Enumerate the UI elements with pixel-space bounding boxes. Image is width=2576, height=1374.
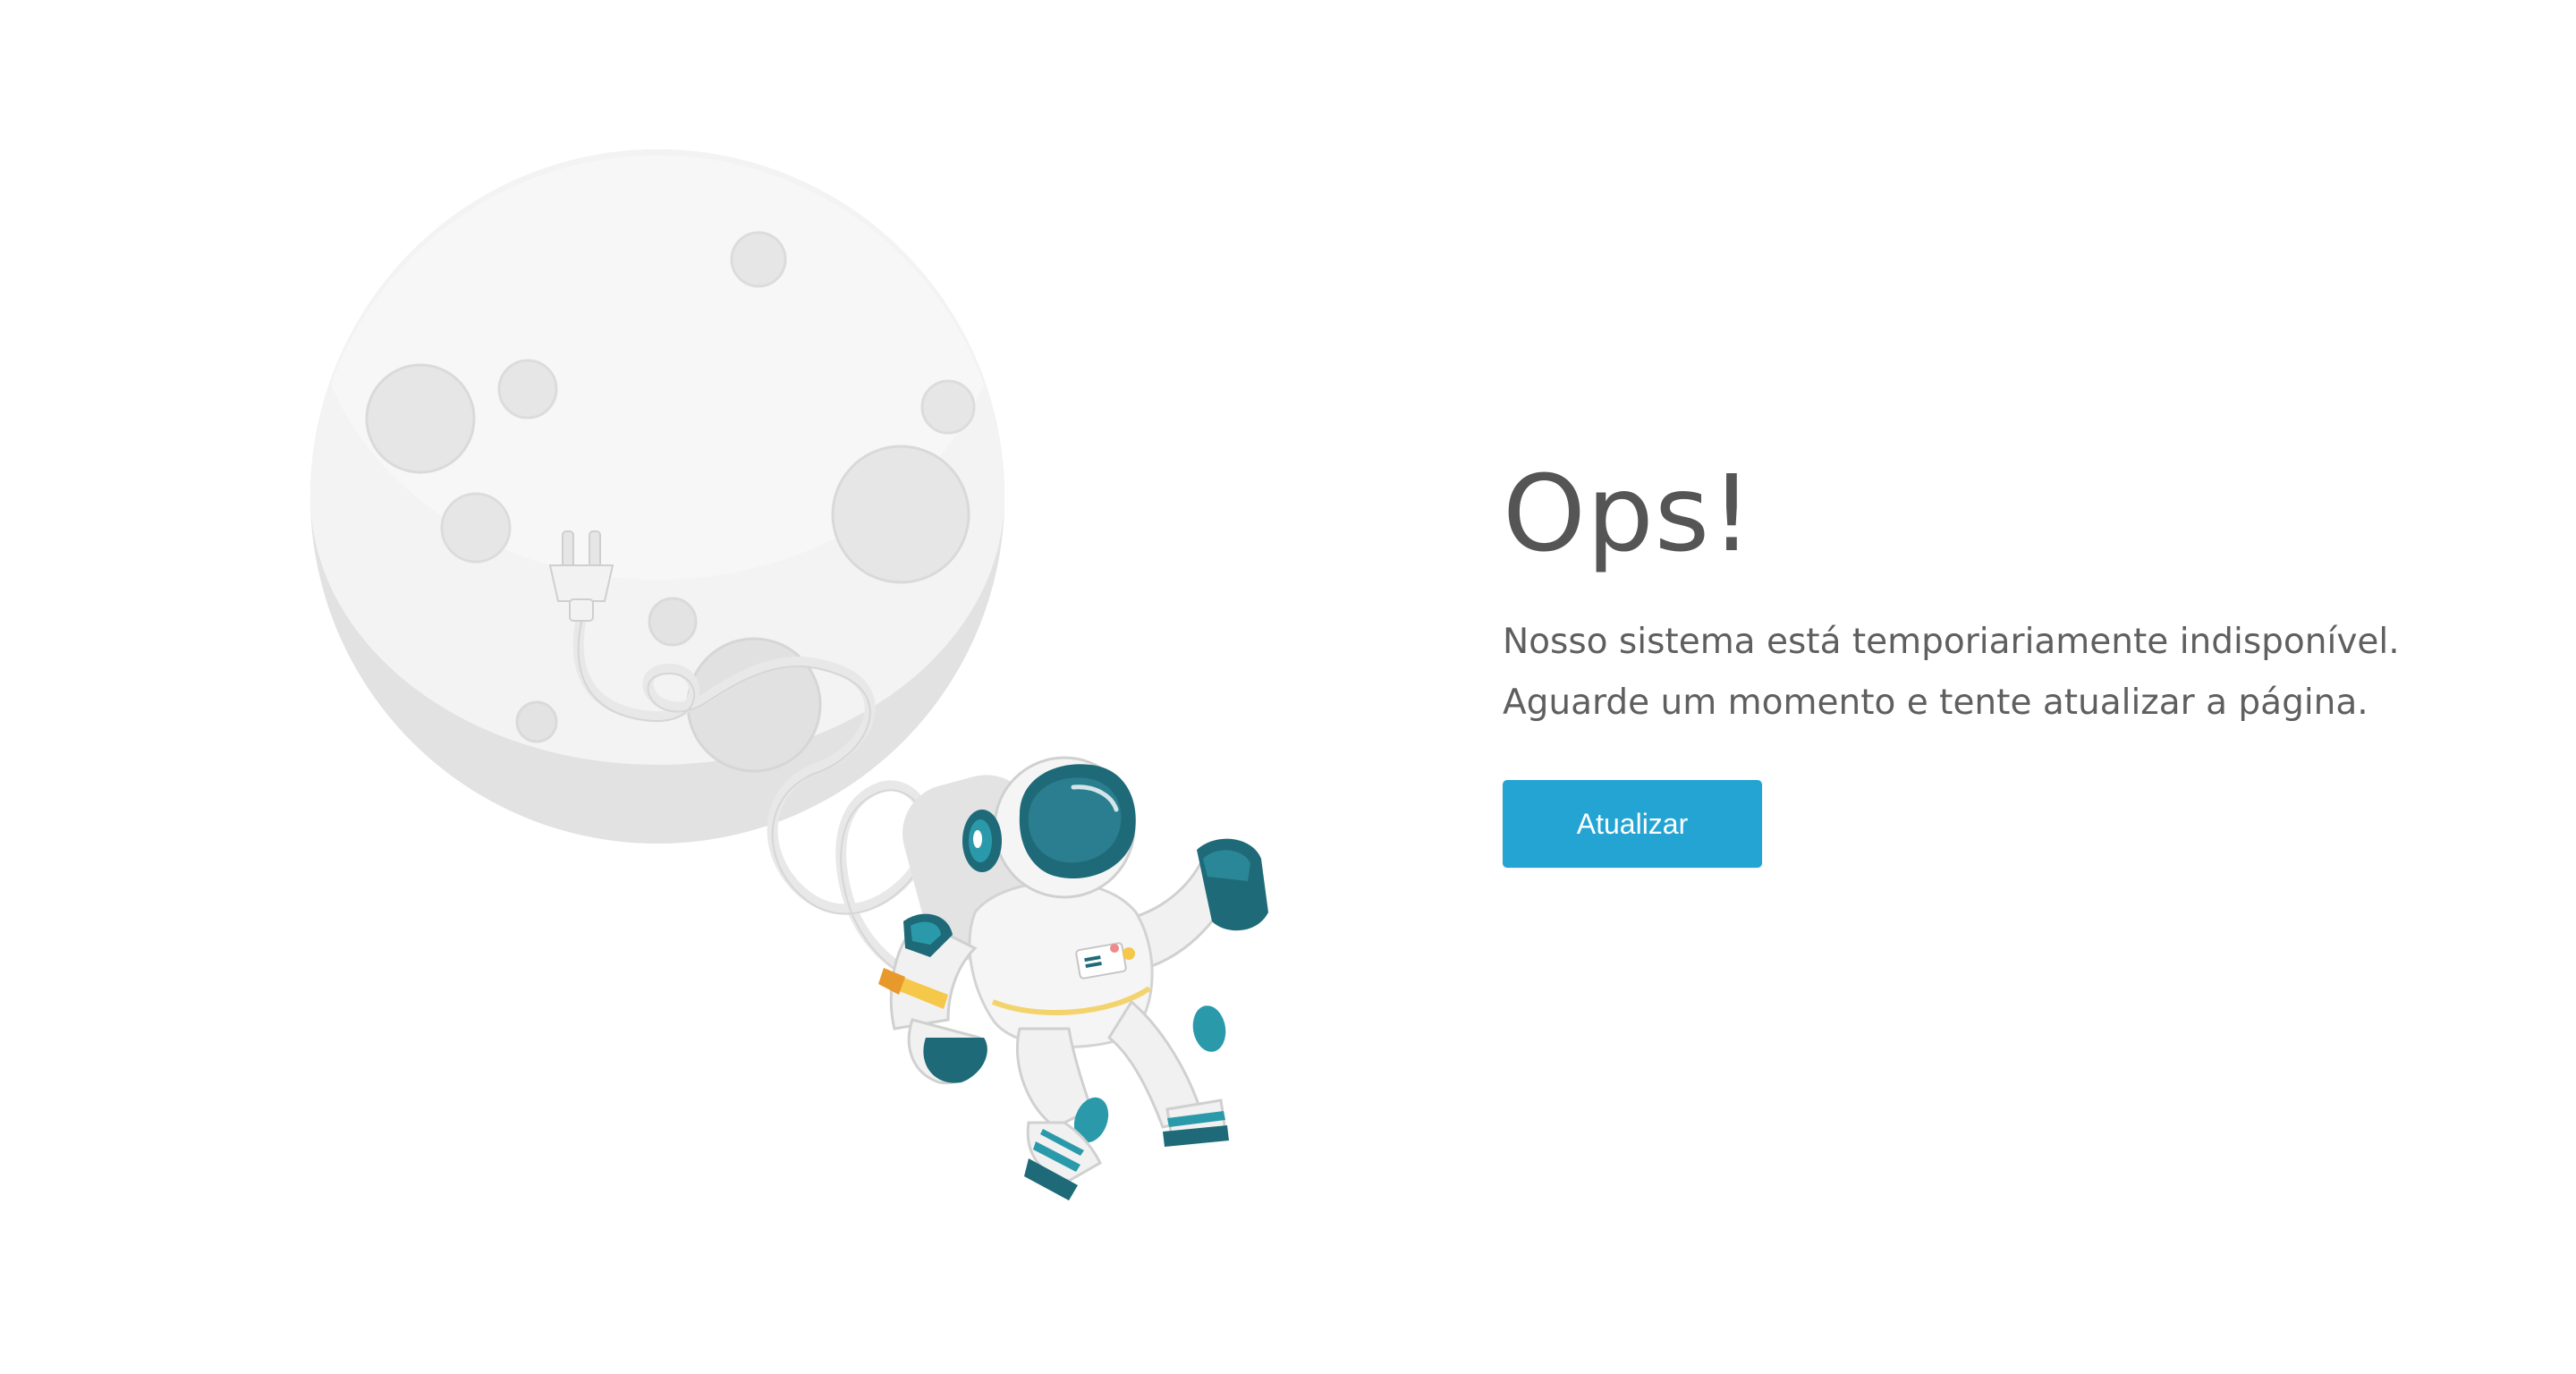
error-message: Nosso sistema está temporiariamente indi… bbox=[1503, 612, 2400, 734]
error-message-line-2: Aguarde um momento e tente atualizar a p… bbox=[1503, 682, 2368, 723]
error-message-line-1: Nosso sistema está temporiariamente indi… bbox=[1503, 621, 2400, 662]
illustration bbox=[310, 149, 1268, 1200]
error-page: Ops! Nosso sistema está temporiariamente… bbox=[0, 0, 2576, 1374]
refresh-button[interactable]: Atualizar bbox=[1503, 779, 1762, 868]
error-content: Ops! Nosso sistema está temporiariamente… bbox=[1503, 452, 2400, 868]
astronaut-icon bbox=[878, 756, 1268, 1200]
moon-icon bbox=[310, 149, 1004, 844]
page-title: Ops! bbox=[1503, 452, 1754, 575]
